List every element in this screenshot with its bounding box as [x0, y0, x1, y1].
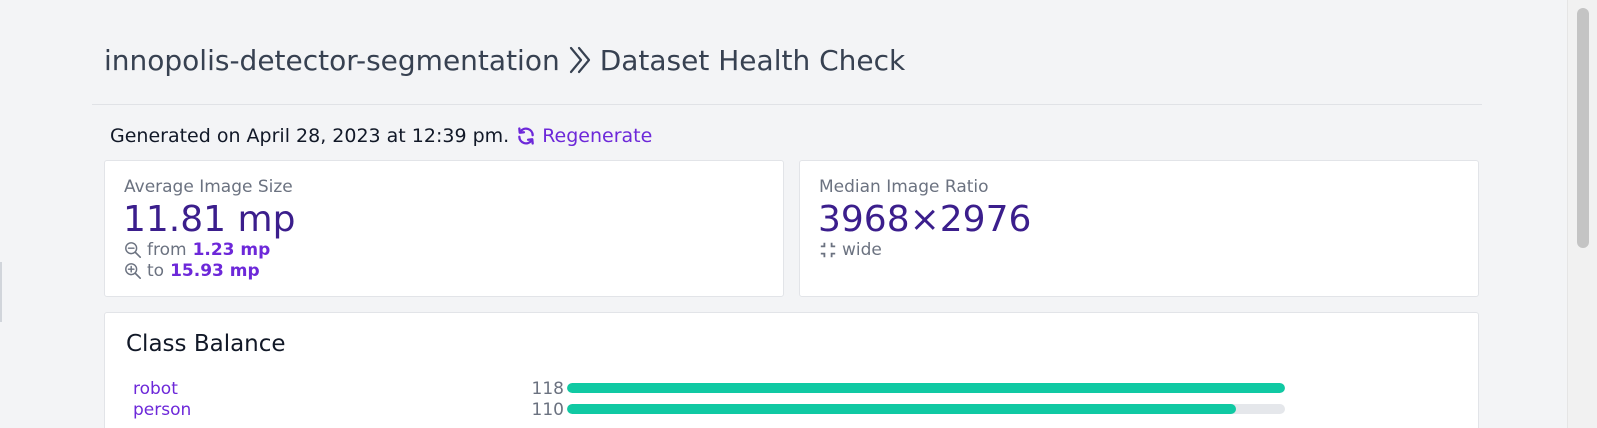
project-name[interactable]: innopolis-detector-segmentation [104, 44, 560, 77]
max-size-value: 15.93 mp [170, 261, 260, 281]
generated-text: Generated on April 28, 2023 at 12:39 pm. [110, 125, 510, 147]
regenerate-link[interactable]: Regenerate [516, 125, 652, 147]
class-count: 118 [531, 379, 564, 399]
page-header: innopolis-detector-segmentation Dataset … [104, 40, 905, 80]
class-balance-title: Class Balance [126, 331, 286, 357]
max-size-row: to 15.93 mp [124, 261, 260, 281]
ratio-shape-label: wide [842, 240, 882, 260]
card-label: Average Image Size [124, 177, 293, 197]
class-count: 110 [531, 400, 564, 420]
left-edge-marker [0, 262, 2, 322]
class-bar-fill [567, 404, 1237, 414]
card-value: 3968×2976 [818, 199, 1032, 240]
median-image-ratio-card: Median Image Ratio 3968×2976 wide [799, 160, 1479, 297]
class-bar-track [567, 404, 1285, 414]
vertical-scrollbar[interactable] [1567, 0, 1597, 428]
class-bar-fill [567, 383, 1285, 393]
to-label: to [147, 261, 165, 281]
generated-row: Generated on April 28, 2023 at 12:39 pm.… [110, 122, 652, 150]
class-name-link[interactable]: person [133, 400, 191, 420]
refresh-icon [518, 127, 535, 145]
class-balance-card: Class Balance robot 118 person 110 [104, 312, 1479, 428]
header-divider [92, 104, 1482, 105]
page: innopolis-detector-segmentation Dataset … [0, 0, 1597, 428]
class-name-link[interactable]: robot [133, 379, 178, 399]
class-bar-track [567, 383, 1285, 393]
zoom-out-icon [125, 242, 142, 259]
scrollbar-thumb[interactable] [1577, 8, 1589, 248]
average-image-size-card: Average Image Size 11.81 mp from 1.23 mp… [104, 160, 784, 297]
class-row: robot 118 [105, 379, 1480, 399]
class-row: person 110 [105, 400, 1480, 420]
ratio-shape-row: wide [819, 240, 882, 260]
card-value: 11.81 mp [123, 199, 296, 240]
card-label: Median Image Ratio [819, 177, 989, 197]
min-size-value: 1.23 mp [192, 240, 271, 260]
page-title: Dataset Health Check [599, 43, 906, 77]
regenerate-label: Regenerate [542, 125, 653, 147]
zoom-in-icon [125, 263, 142, 280]
chevron-double-right-icon [569, 46, 590, 74]
from-label: from [147, 240, 187, 260]
compress-icon [820, 242, 836, 258]
min-size-row: from 1.23 mp [124, 240, 270, 260]
